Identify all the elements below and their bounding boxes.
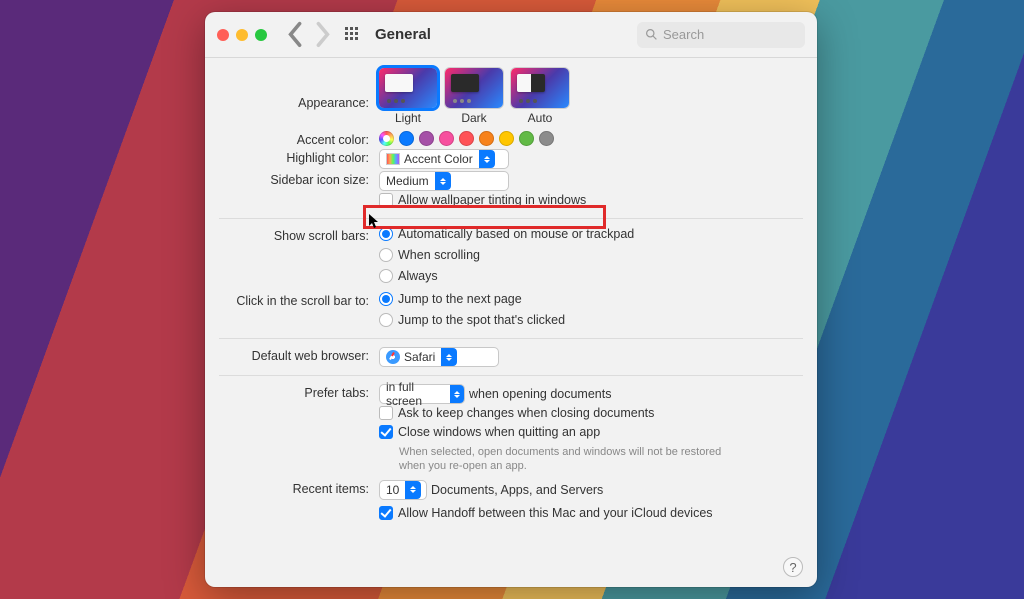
appearance-thumb-auto (511, 68, 569, 108)
accent-red[interactable] (459, 131, 474, 146)
accent-color-row (379, 131, 803, 146)
default-browser-value: Safari (404, 350, 441, 364)
window-title: General (375, 26, 431, 43)
appearance-option-light[interactable]: Light (379, 68, 437, 125)
close-windows-hint: When selected, open documents and window… (399, 446, 739, 474)
scroll-always-label: Always (398, 269, 438, 283)
scroll-when-radio[interactable] (379, 248, 393, 262)
help-button[interactable]: ? (783, 557, 803, 577)
back-button[interactable] (287, 26, 305, 44)
default-browser-dropdown[interactable]: Safari (379, 347, 499, 367)
scroll-when-label: When scrolling (398, 248, 480, 262)
mouse-cursor-icon (369, 214, 381, 230)
highlight-color-value: Accent Color (404, 152, 479, 166)
appearance-caption-light: Light (395, 111, 421, 125)
scroll-auto-label: Automatically based on mouse or trackpad (398, 227, 634, 241)
appearance-thumb-light (379, 68, 437, 108)
minimize-window-button[interactable] (236, 29, 248, 41)
recent-items-dropdown[interactable]: 10 (379, 480, 427, 500)
accent-multicolor[interactable] (379, 131, 394, 146)
dropdown-arrows-icon (435, 172, 451, 190)
highlight-color-dropdown[interactable]: Accent Color (379, 149, 509, 169)
window-toolbar: General Search (205, 12, 817, 58)
scroll-always-radio[interactable] (379, 269, 393, 283)
accent-orange[interactable] (479, 131, 494, 146)
accent-green[interactable] (519, 131, 534, 146)
dropdown-arrows-icon (405, 481, 421, 499)
scroll-bars-label: Show scroll bars: (219, 227, 379, 243)
close-windows-row[interactable]: Close windows when quitting an app (379, 425, 600, 439)
prefer-tabs-suffix: when opening documents (469, 387, 611, 401)
prefer-tabs-dropdown[interactable]: in full screen (379, 384, 465, 404)
appearance-thumb-dark (445, 68, 503, 108)
dropdown-arrows-icon (450, 385, 464, 403)
close-windows-checkbox[interactable] (379, 425, 393, 439)
appearance-caption-dark: Dark (461, 111, 486, 125)
scroll-auto-radio[interactable] (379, 227, 393, 241)
separator (219, 338, 803, 339)
scroll-click-spot-row[interactable]: Jump to the spot that's clicked (379, 313, 565, 327)
system-preferences-general-window: General Search Appearance: Light Dark (205, 12, 817, 587)
safari-icon (386, 350, 400, 364)
scroll-click-page-radio[interactable] (379, 292, 393, 306)
recent-items-value: 10 (386, 483, 405, 497)
accent-pink[interactable] (439, 131, 454, 146)
handoff-label: Allow Handoff between this Mac and your … (398, 506, 713, 520)
accent-color-label: Accent color: (219, 131, 379, 147)
forward-button[interactable] (313, 26, 331, 44)
prefer-tabs-label: Prefer tabs: (219, 384, 379, 400)
accent-graphite[interactable] (539, 131, 554, 146)
scroll-click-page-label: Jump to the next page (398, 292, 522, 306)
appearance-label: Appearance: (219, 68, 379, 110)
recent-items-suffix: Documents, Apps, and Servers (431, 483, 603, 497)
separator (219, 218, 803, 219)
appearance-option-auto[interactable]: Auto (511, 68, 569, 125)
scroll-auto-radio-row[interactable]: Automatically based on mouse or trackpad (379, 227, 634, 241)
search-icon (645, 28, 658, 41)
accent-yellow[interactable] (499, 131, 514, 146)
scroll-click-spot-label: Jump to the spot that's clicked (398, 313, 565, 327)
help-icon: ? (789, 560, 796, 575)
wallpaper-tinting-label: Allow wallpaper tinting in windows (398, 193, 586, 207)
ask-keep-checkbox[interactable] (379, 406, 393, 420)
separator (219, 375, 803, 376)
default-browser-label: Default web browser: (219, 347, 379, 363)
close-window-button[interactable] (217, 29, 229, 41)
close-windows-label: Close windows when quitting an app (398, 425, 600, 439)
prefer-tabs-value: in full screen (386, 380, 450, 408)
accent-blue[interactable] (399, 131, 414, 146)
sidebar-size-value: Medium (386, 174, 435, 188)
zoom-window-button[interactable] (255, 29, 267, 41)
sidebar-size-label: Sidebar icon size: (219, 171, 379, 187)
scroll-always-radio-row[interactable]: Always (379, 269, 438, 283)
wallpaper-tinting-checkbox[interactable] (379, 193, 393, 207)
search-field[interactable]: Search (637, 22, 805, 48)
appearance-option-dark[interactable]: Dark (445, 68, 503, 125)
highlight-color-label: Highlight color: (219, 149, 379, 165)
wallpaper-tinting-checkbox-row[interactable]: Allow wallpaper tinting in windows (379, 193, 586, 207)
show-all-icon[interactable] (345, 27, 361, 43)
handoff-checkbox[interactable] (379, 506, 393, 520)
scroll-click-label: Click in the scroll bar to: (219, 292, 379, 308)
preferences-content: Appearance: Light Dark Auto (205, 58, 817, 587)
highlight-swatch-icon (386, 153, 400, 165)
sidebar-size-dropdown[interactable]: Medium (379, 171, 509, 191)
nav-buttons (287, 26, 331, 44)
scroll-click-page-row[interactable]: Jump to the next page (379, 292, 522, 306)
dropdown-arrows-icon (441, 348, 457, 366)
recent-items-label: Recent items: (219, 480, 379, 496)
dropdown-arrows-icon (479, 150, 495, 168)
search-placeholder: Search (663, 27, 704, 42)
ask-keep-label: Ask to keep changes when closing documen… (398, 406, 654, 420)
traffic-lights (217, 29, 267, 41)
handoff-row[interactable]: Allow Handoff between this Mac and your … (379, 506, 713, 520)
ask-keep-row[interactable]: Ask to keep changes when closing documen… (379, 406, 654, 420)
accent-purple[interactable] (419, 131, 434, 146)
scroll-when-radio-row[interactable]: When scrolling (379, 248, 480, 262)
appearance-caption-auto: Auto (528, 111, 553, 125)
scroll-click-spot-radio[interactable] (379, 313, 393, 327)
